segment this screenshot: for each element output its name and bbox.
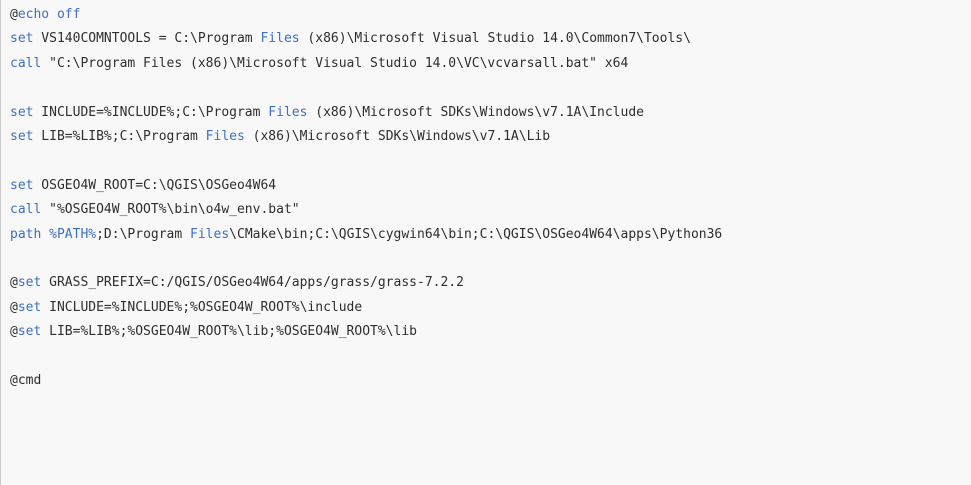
code-text: LIB=%LIB%;C:\Program <box>33 128 206 144</box>
code-line: call "C:\Program Files (x86)\Microsoft V… <box>10 52 971 76</box>
code-text: "%OSGEO4W_ROOT%\bin\o4w_env.bat" <box>41 202 300 218</box>
code-text: ;D:\Program <box>96 226 191 242</box>
code-text: (x86)\Microsoft SDKs\Windows\v7.1A\Lib <box>244 128 551 144</box>
code-keyword: %PATH% <box>49 226 97 242</box>
code-line: @set GRASS_PREFIX=C:/QGIS/OSGeo4W64/apps… <box>10 271 971 295</box>
code-keyword: set <box>10 104 34 120</box>
code-line: @set INCLUDE=%INCLUDE%;%OSGEO4W_ROOT%\in… <box>10 296 971 320</box>
code-line: ​ <box>10 76 971 100</box>
code-line: set LIB=%LIB%;C:\Program Files (x86)\Mic… <box>10 125 971 149</box>
code-line: call "%OSGEO4W_ROOT%\bin\o4w_env.bat" <box>10 198 971 222</box>
code-keyword: set <box>17 275 42 291</box>
code-line: @echo off <box>10 3 971 27</box>
code-text: @ <box>10 7 18 22</box>
code-keyword: set <box>17 299 42 315</box>
code-keyword: set <box>17 324 42 340</box>
code-keyword: call <box>10 202 42 218</box>
code-text: \CMake\bin;C:\QGIS\cygwin64\bin;C:\QGIS\… <box>229 226 723 242</box>
code-text: (x86)\Microsoft Visual Studio 14.0\Commo… <box>299 31 691 47</box>
code-text: (x86)\Microsoft SDKs\Windows\v7.1A\Inclu… <box>307 104 644 120</box>
code-keyword: echo off <box>17 7 81 22</box>
code-text: @ <box>10 299 18 315</box>
code-line: path %PATH%;D:\Program Files\CMake\bin;C… <box>10 223 971 247</box>
code-keyword: path <box>10 226 42 242</box>
code-keyword: Files <box>268 104 308 120</box>
code-keyword: Files <box>205 128 245 144</box>
code-line: set INCLUDE=%INCLUDE%;C:\Program Files (… <box>10 101 971 125</box>
code-text: OSGEO4W_ROOT=C:\QGIS\OSGeo4W64 <box>33 177 277 193</box>
code-text: @ <box>10 324 18 340</box>
code-text: INCLUDE=%INCLUDE%;C:\Program <box>33 104 269 120</box>
code-text: @ <box>10 275 18 291</box>
code-keyword: Files <box>190 226 230 242</box>
code-line: ​ <box>10 344 971 368</box>
code-text: LIB=%LIB%;%OSGEO4W_ROOT%\lib;%OSGEO4W_RO… <box>41 324 417 340</box>
code-text: INCLUDE=%INCLUDE%;%OSGEO4W_ROOT%\include <box>41 299 363 315</box>
code-line: set OSGEO4W_ROOT=C:\QGIS\OSGeo4W64 <box>10 174 971 198</box>
code-text: VS140COMNTOOLS = C:\Program <box>33 31 261 47</box>
code-line: @set LIB=%LIB%;%OSGEO4W_ROOT%\lib;%OSGEO… <box>10 320 971 344</box>
code-line: @cmd <box>10 369 971 393</box>
code-keyword: call <box>10 55 42 71</box>
code-text: "C:\Program Files (x86)\Microsoft Visual… <box>41 55 629 71</box>
code-keyword: set <box>10 31 34 47</box>
code-text: GRASS_PREFIX=C:/QGIS/OSGeo4W64/apps/gras… <box>41 275 464 291</box>
code-line: set VS140COMNTOOLS = C:\Program Files (x… <box>10 27 971 51</box>
code-block: @echo off set VS140COMNTOOLS = C:\Program… <box>0 0 971 485</box>
code-line: ​ <box>10 149 971 173</box>
code-text: @cmd <box>10 372 42 388</box>
code-line: ​ <box>10 247 971 271</box>
code-keyword: set <box>10 177 34 193</box>
code-keyword: Files <box>260 31 300 47</box>
code-keyword: set <box>10 128 34 144</box>
